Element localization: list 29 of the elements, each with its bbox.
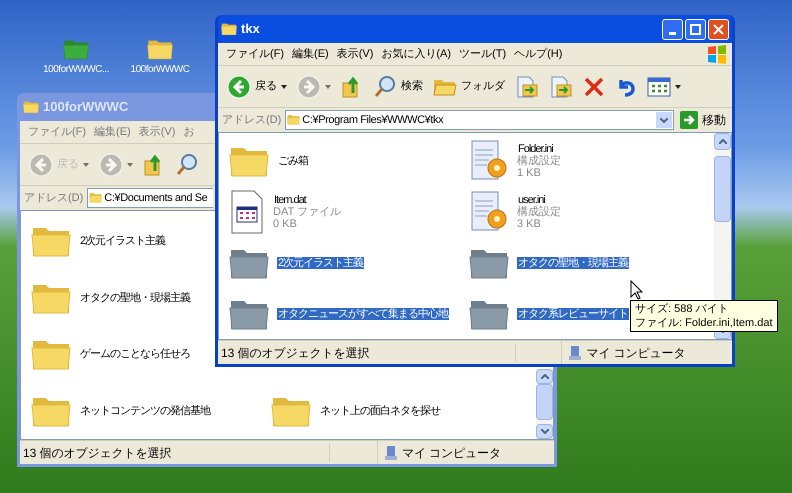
file-name: ごみ箱 [277, 154, 309, 166]
file-name: Folder.ini [517, 142, 554, 154]
file-type: 構成設定 [517, 206, 561, 218]
address-label: アドレス(D) [24, 190, 84, 206]
status-zone: マイ コンピュータ [586, 344, 686, 362]
status-text: 13 個のオブジェクトを選択 [20, 444, 330, 462]
status-text: 13 個のオブジェクトを選択 [218, 344, 516, 362]
file-size: 3 KB [517, 218, 542, 230]
tooltip-line: サイズ: 588 バイト [635, 302, 730, 316]
file-type: DAT ファイル [273, 206, 342, 218]
file-size: 0 KB [273, 218, 298, 230]
file-name: Item.dat [273, 194, 308, 206]
file-name: ネット上の面白ネタを探せ [319, 404, 441, 417]
file-name: 2次元イラスト主義 [277, 256, 364, 268]
file-name: ネットコンテンツの発信基地 [79, 404, 211, 417]
window-title: 100forWWWC [43, 98, 128, 116]
file-name: 2次元イラスト主義 [79, 235, 166, 248]
file-name: ゲームのことなら任せろ [79, 348, 191, 360]
file-type: 構成設定 [517, 154, 561, 166]
window-title: tkx [241, 20, 260, 38]
status-zone: マイ コンピュータ [402, 444, 502, 462]
file-name: オタク系レビューサイト [517, 308, 629, 320]
file-name: user.ini [517, 194, 546, 206]
tooltip-line: ファイル: Folder.ini,Item.dat [635, 316, 773, 330]
address-label: アドレス(D) [222, 112, 282, 128]
file-name: オタクニュースがすべて集まる中心地 [277, 308, 449, 320]
file-name: オタクの聖地・現場主義 [79, 292, 191, 304]
file-name: オタクの聖地・現場主義 [517, 256, 629, 268]
file-size: 1 KB [517, 166, 542, 178]
